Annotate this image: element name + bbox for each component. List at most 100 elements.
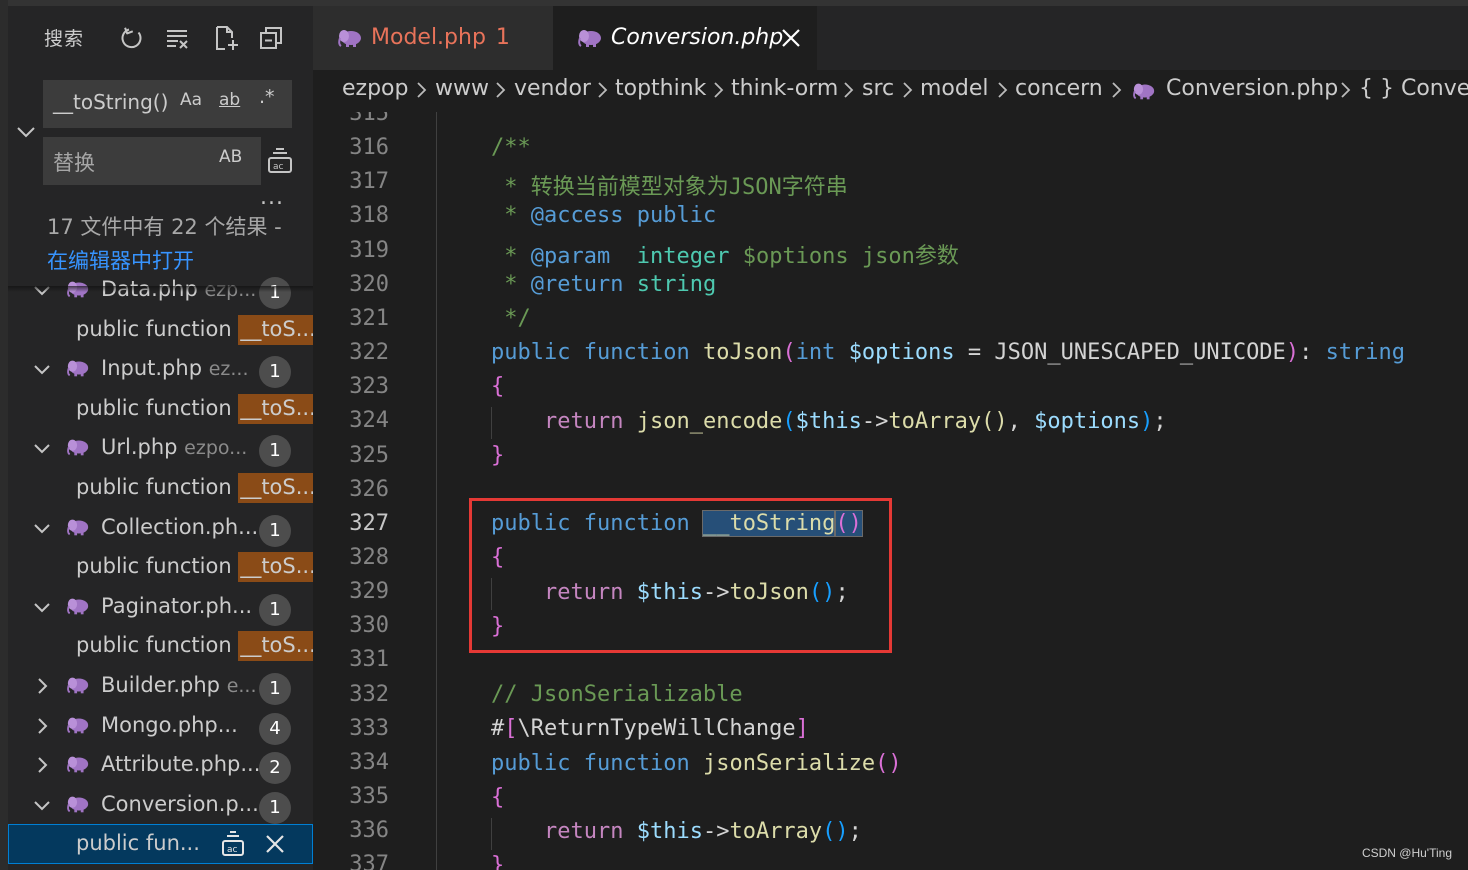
result-count-badge: 1 <box>259 356 291 389</box>
php-elephant-icon <box>66 437 90 457</box>
breadcrumb-item[interactable]: Conversion.php <box>1166 76 1338 101</box>
tab-label: Conversion.php <box>611 25 784 50</box>
toggle-search-details-icon[interactable]: ... <box>260 185 284 210</box>
php-elephant-icon <box>66 675 90 695</box>
line-number: 317 <box>349 169 389 195</box>
tab-model-php[interactable]: Model.php 1 <box>313 6 553 70</box>
match-highlight: __toS... <box>238 473 313 503</box>
code-line: { <box>491 374 505 399</box>
line-number: 325 <box>349 442 389 468</box>
code-line: */ <box>491 306 531 331</box>
result-match-row[interactable]: public function __toS... <box>8 626 313 666</box>
line-number: 334 <box>349 749 389 775</box>
chevron-down-icon[interactable] <box>30 793 54 817</box>
watermark: CSDN @Hu'Ting <box>1361 846 1452 860</box>
clear-results-icon[interactable] <box>164 24 194 54</box>
chevron-right-icon[interactable] <box>30 674 54 698</box>
line-number: 329 <box>349 579 389 605</box>
result-count-badge: 4 <box>259 712 291 745</box>
result-file-row[interactable]: Collection.ph... 1 <box>8 508 313 548</box>
collapse-all-icon[interactable] <box>258 24 288 54</box>
code-line: * 转换当前模型对象为JSON字符串 <box>491 175 848 200</box>
code-editor[interactable]: 315 316 317 318 319 320 321 322 323 324 325 326 327 3… <box>313 112 1468 870</box>
use-regex-toggle[interactable]: .* <box>259 86 275 108</box>
chevron-down-icon[interactable] <box>30 595 54 619</box>
line-number: 320 <box>349 271 389 297</box>
code-line: #[\ReturnTypeWillChange] <box>491 716 809 741</box>
result-match-row[interactable]: public function __toS... <box>8 547 313 587</box>
chevron-right-icon[interactable] <box>30 753 54 777</box>
chevron-down-icon[interactable] <box>30 357 54 381</box>
breadcrumb: ezpop www vendor topthink think-orm src model c… <box>313 70 1468 112</box>
refresh-icon[interactable] <box>118 24 148 54</box>
code-line: * @return string <box>491 272 717 297</box>
dismiss-icon[interactable] <box>260 829 290 859</box>
breadcrumb-item[interactable]: concern <box>1015 76 1103 101</box>
preserve-case-toggle[interactable]: AB <box>219 147 242 167</box>
result-match-text: public fun... <box>76 831 200 856</box>
result-file-dir: ezpo... <box>184 437 248 460</box>
result-count-badge: 1 <box>259 673 291 705</box>
match-case-toggle[interactable]: Aa <box>180 90 202 110</box>
result-match-row-selected[interactable]: public fun... ac <box>8 824 313 865</box>
result-match-row[interactable]: public function __toS... <box>8 389 313 429</box>
result-file-row[interactable]: Paginator.ph... 1 <box>8 587 313 627</box>
result-count-badge: 1 <box>259 593 291 626</box>
result-match-text: public function __toS... <box>76 552 313 583</box>
close-tab-icon[interactable] <box>779 26 803 50</box>
breadcrumb-item[interactable]: topthink <box>615 76 706 101</box>
replace-input[interactable]: 替换 AB <box>43 137 261 185</box>
result-file-row[interactable]: Url.php ezpo... 1 <box>8 428 313 468</box>
result-file-row[interactable]: Builder.php e... 1 <box>8 666 313 706</box>
chevron-right-icon <box>413 78 431 102</box>
line-number: 319 <box>349 237 389 263</box>
result-match-row[interactable]: public function __toS... <box>8 468 313 508</box>
tab-conversion-php[interactable]: Conversion.php <box>553 6 817 70</box>
line-number: 323 <box>349 374 389 400</box>
code-line: { <box>491 785 505 810</box>
php-elephant-icon <box>66 715 90 735</box>
breadcrumb-item[interactable]: src <box>862 76 894 101</box>
line-number: 327 <box>349 510 389 536</box>
result-match-row[interactable]: public function __toS... <box>8 310 313 350</box>
chevron-right-icon <box>710 78 728 102</box>
chevron-down-icon[interactable] <box>30 516 54 540</box>
result-file-row[interactable]: Mongo.php... 4 <box>8 706 313 746</box>
result-file-row[interactable]: Conversion.p... 1 <box>8 785 313 825</box>
result-match-text: public function __toS... <box>76 631 313 662</box>
breadcrumb-item[interactable]: ezpop <box>342 76 408 101</box>
breadcrumb-item[interactable]: www <box>435 76 489 101</box>
breadcrumb-item[interactable]: model <box>920 76 989 101</box>
breadcrumb-item[interactable]: vendor <box>514 76 591 101</box>
code-line: return json_encode($this->toArray(), $op… <box>543 409 1167 434</box>
sidebar-header: 搜索 <box>8 6 313 68</box>
breadcrumb-item[interactable]: { } Convers <box>1359 76 1468 101</box>
result-file-row[interactable]: Attribute.php... 2 <box>8 745 313 785</box>
breadcrumb-item[interactable]: think-orm <box>731 76 838 101</box>
replace-all-icon[interactable]: ac <box>265 146 295 176</box>
match-highlight: __toS... <box>238 314 313 345</box>
result-file-dir: ez... <box>208 358 249 381</box>
code-line: public function toJson(int $options = JS… <box>491 340 1406 365</box>
result-file-name: Paginator.ph... <box>101 593 253 618</box>
code-line: public function jsonSerialize() <box>491 751 902 776</box>
result-file-name: Conversion.p... <box>101 791 259 816</box>
line-number: 332 <box>349 681 389 707</box>
result-file-row[interactable]: Input.php ez... 1 <box>8 349 313 389</box>
replace-input-placeholder: 替换 <box>53 151 95 175</box>
chevron-down-icon[interactable] <box>30 436 54 460</box>
toggle-replace-chevron-icon[interactable] <box>14 120 38 144</box>
line-number: 321 <box>349 305 389 331</box>
php-elephant-icon <box>66 754 90 774</box>
svg-text:ac: ac <box>227 845 238 855</box>
line-number: 335 <box>349 784 389 809</box>
new-search-editor-icon[interactable] <box>212 24 242 54</box>
replace-icon[interactable]: ac <box>218 829 248 859</box>
line-number: 324 <box>349 408 389 434</box>
match-whole-word-toggle[interactable]: ab <box>219 90 240 110</box>
chevron-right-icon[interactable] <box>30 714 54 738</box>
chevron-right-icon <box>492 78 510 102</box>
search-input[interactable]: __toString() Aa ab .* <box>43 80 292 128</box>
line-number: 333 <box>349 715 389 741</box>
match-highlight: __toS... <box>238 631 313 662</box>
